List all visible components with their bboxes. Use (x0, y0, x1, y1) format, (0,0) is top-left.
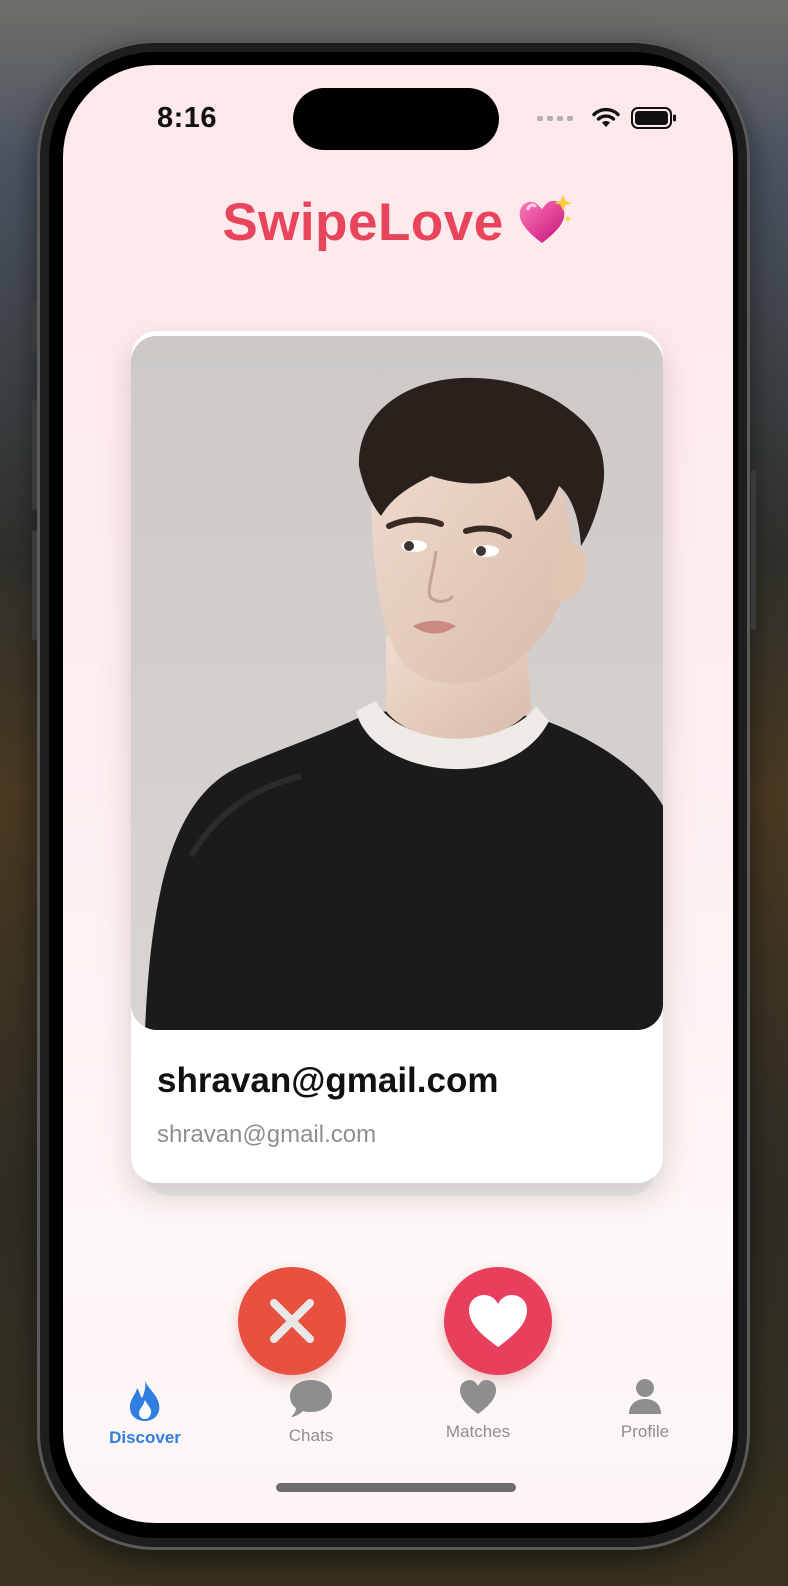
battery-icon (631, 107, 676, 129)
tab-chats-label: Chats (288, 1426, 334, 1445)
wifi-icon (592, 107, 620, 127)
tab-profile-label: Profile (620, 1422, 670, 1441)
home-indicator[interactable] (276, 1483, 516, 1492)
status-time: 8:16 (157, 102, 218, 134)
chat-bubble-icon (290, 1380, 332, 1417)
power-button (751, 470, 756, 630)
like-button[interactable] (444, 1267, 552, 1375)
heart-icon (469, 1295, 527, 1347)
tab-bar: Discover Chats Matches Profile (63, 1378, 733, 1468)
close-icon (270, 1299, 314, 1343)
sparkling-heart-icon (516, 193, 574, 260)
tab-profile[interactable]: Profile (585, 1378, 705, 1442)
tab-chats[interactable]: Chats (251, 1378, 371, 1446)
flame-icon (129, 1380, 160, 1421)
heart-icon (460, 1380, 496, 1414)
profile-photo (131, 336, 663, 1030)
volume-down-button (32, 530, 37, 640)
card-name: shravan@gmail.com (157, 1061, 499, 1100)
cellular-dots-icon (537, 115, 573, 121)
volume-up-button (32, 400, 37, 510)
tab-discover[interactable]: Discover (85, 1378, 205, 1448)
card-email: shravan@gmail.com (157, 1121, 377, 1148)
mute-switch (32, 300, 37, 352)
dislike-button[interactable] (238, 1267, 346, 1375)
person-icon (629, 1379, 661, 1414)
tab-matches[interactable]: Matches (418, 1378, 538, 1442)
app-title: SwipeLove (63, 192, 733, 260)
person-portrait-image (131, 336, 663, 1030)
status-icons (537, 107, 677, 129)
tab-matches-label: Matches (445, 1422, 511, 1441)
tab-discover-label: Discover (109, 1428, 181, 1447)
dynamic-island (293, 88, 499, 150)
profile-card[interactable]: shravan@gmail.com shravan@gmail.com (131, 331, 663, 1183)
app-screen: 8:16 SwipeLove shravan@gmail.com shravan… (63, 65, 733, 1523)
app-title-text: SwipeLove (222, 193, 504, 252)
